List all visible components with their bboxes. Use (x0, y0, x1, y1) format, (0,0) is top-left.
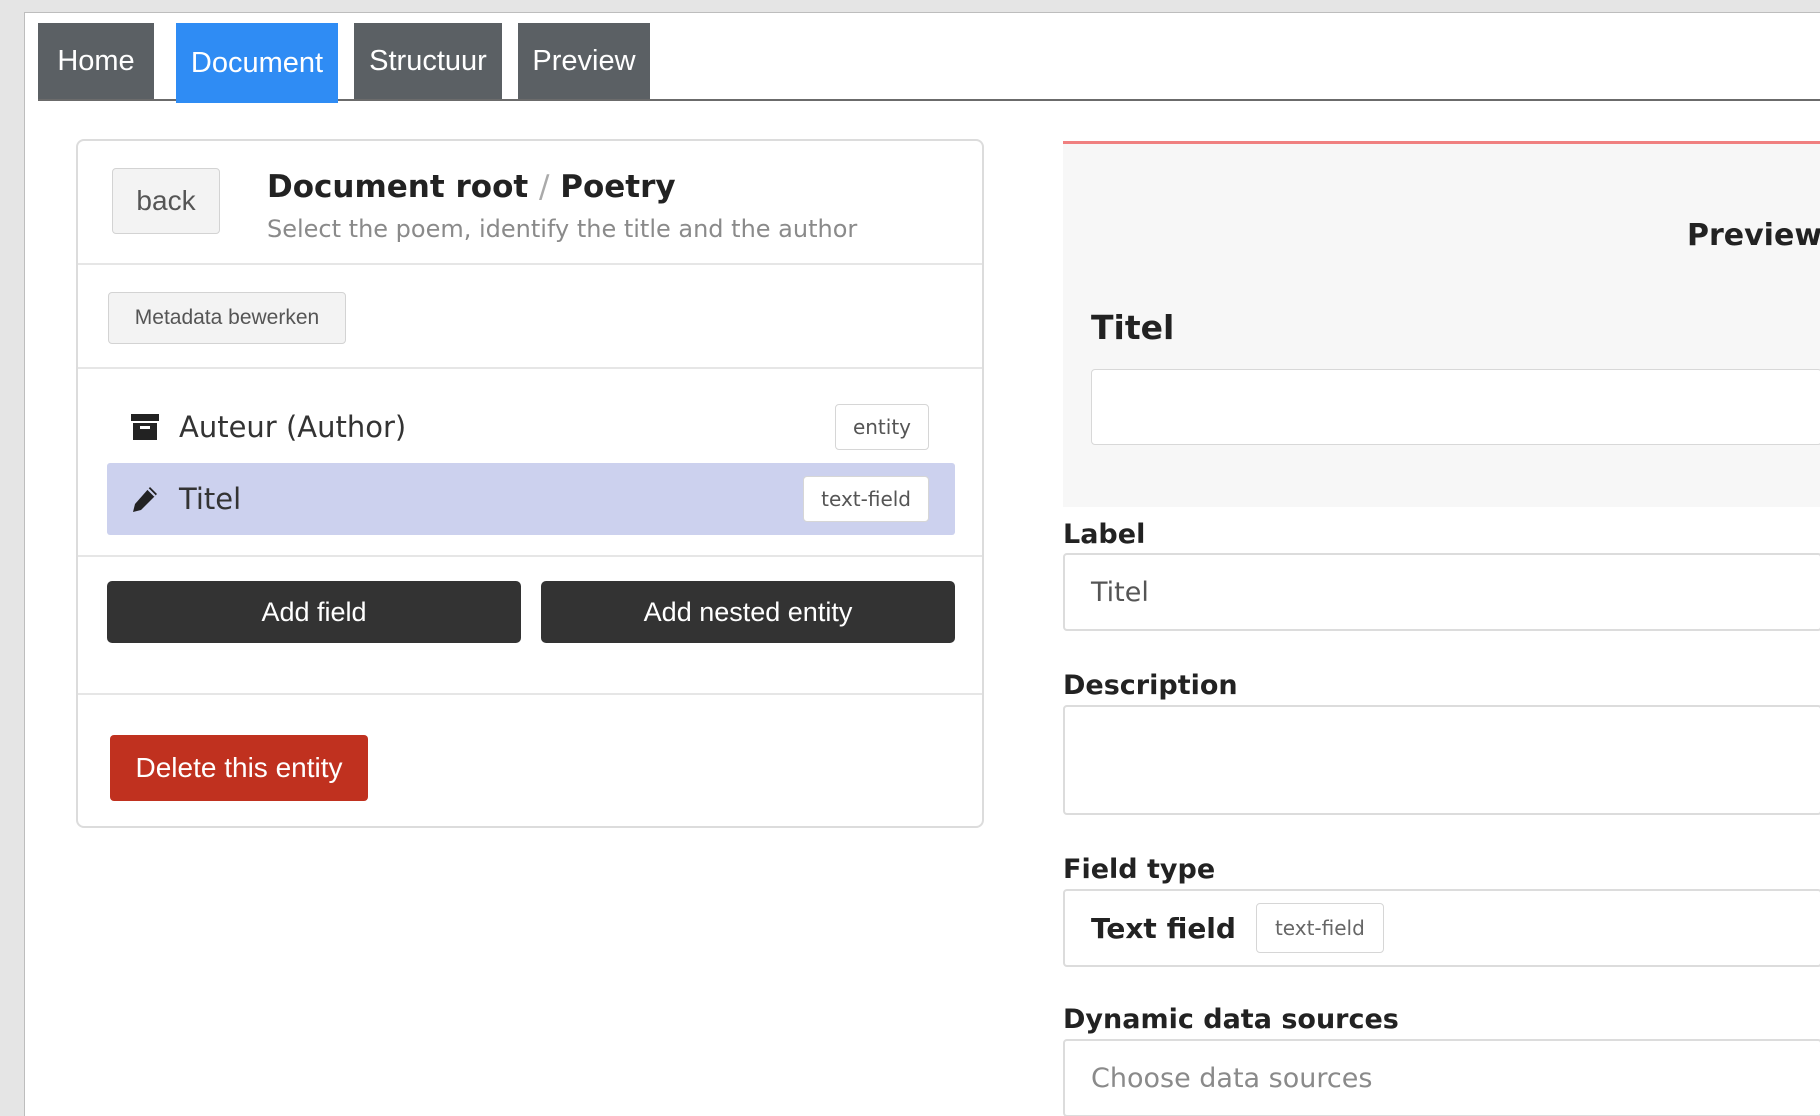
back-button[interactable]: back (112, 168, 220, 234)
delete-entity-button[interactable]: Delete this entity (110, 735, 368, 801)
preview-heading: Preview (1687, 218, 1820, 253)
breadcrumb-root[interactable]: Document root (267, 169, 528, 205)
add-nested-entity-button[interactable]: Add nested entity (541, 581, 955, 643)
data-sources-select[interactable]: Choose data sources (1063, 1039, 1820, 1116)
tab-structuur[interactable]: Structuur (354, 23, 502, 99)
type-badge: entity (834, 404, 929, 450)
tab-bar: Home Document Structuur Preview (38, 23, 1820, 103)
breadcrumb-separator: / (538, 169, 550, 205)
description-heading: Description (1063, 670, 1238, 701)
divider (78, 693, 982, 695)
field-type-name: Text field (1091, 911, 1236, 945)
add-field-button[interactable]: Add field (107, 581, 521, 643)
description-input[interactable] (1063, 705, 1820, 815)
edit-metadata-button[interactable]: Metadata bewerken (108, 292, 346, 344)
preview-panel: Preview Titel (1063, 141, 1820, 507)
metadata-row: Metadata bewerken (78, 265, 982, 369)
tab-home[interactable]: Home (38, 23, 154, 99)
data-sources-heading: Dynamic data sources (1063, 1004, 1399, 1035)
list-item-label: Titel (179, 482, 242, 516)
tab-document[interactable]: Document (176, 23, 338, 103)
type-badge: text-field (803, 476, 929, 522)
label-input[interactable]: Titel (1063, 553, 1820, 631)
breadcrumb: Document root / Poetry (267, 169, 676, 205)
field-type-select[interactable]: Text field text-field (1063, 889, 1820, 967)
divider (78, 555, 982, 557)
preview-text-input[interactable] (1091, 369, 1820, 445)
app-frame: Home Document Structuur Preview back Doc… (24, 12, 1820, 1116)
field-type-heading: Field type (1063, 854, 1216, 885)
entity-header: back Document root / Poetry Select the p… (78, 141, 982, 265)
pencil-icon (107, 484, 179, 514)
tab-preview[interactable]: Preview (518, 23, 650, 99)
list-item-titel[interactable]: Titel text-field (107, 463, 955, 535)
breadcrumb-current: Poetry (560, 169, 676, 205)
list-item-auteur[interactable]: Auteur (Author) entity (107, 391, 955, 463)
preview-field-label: Titel (1091, 308, 1175, 347)
list-item-label: Auteur (Author) (179, 410, 407, 444)
label-heading: Label (1063, 519, 1146, 550)
archive-icon (107, 413, 179, 441)
entity-description: Select the poem, identify the title and … (267, 215, 858, 243)
field-type-badge: text-field (1255, 903, 1384, 953)
entity-panel: back Document root / Poetry Select the p… (76, 139, 984, 828)
